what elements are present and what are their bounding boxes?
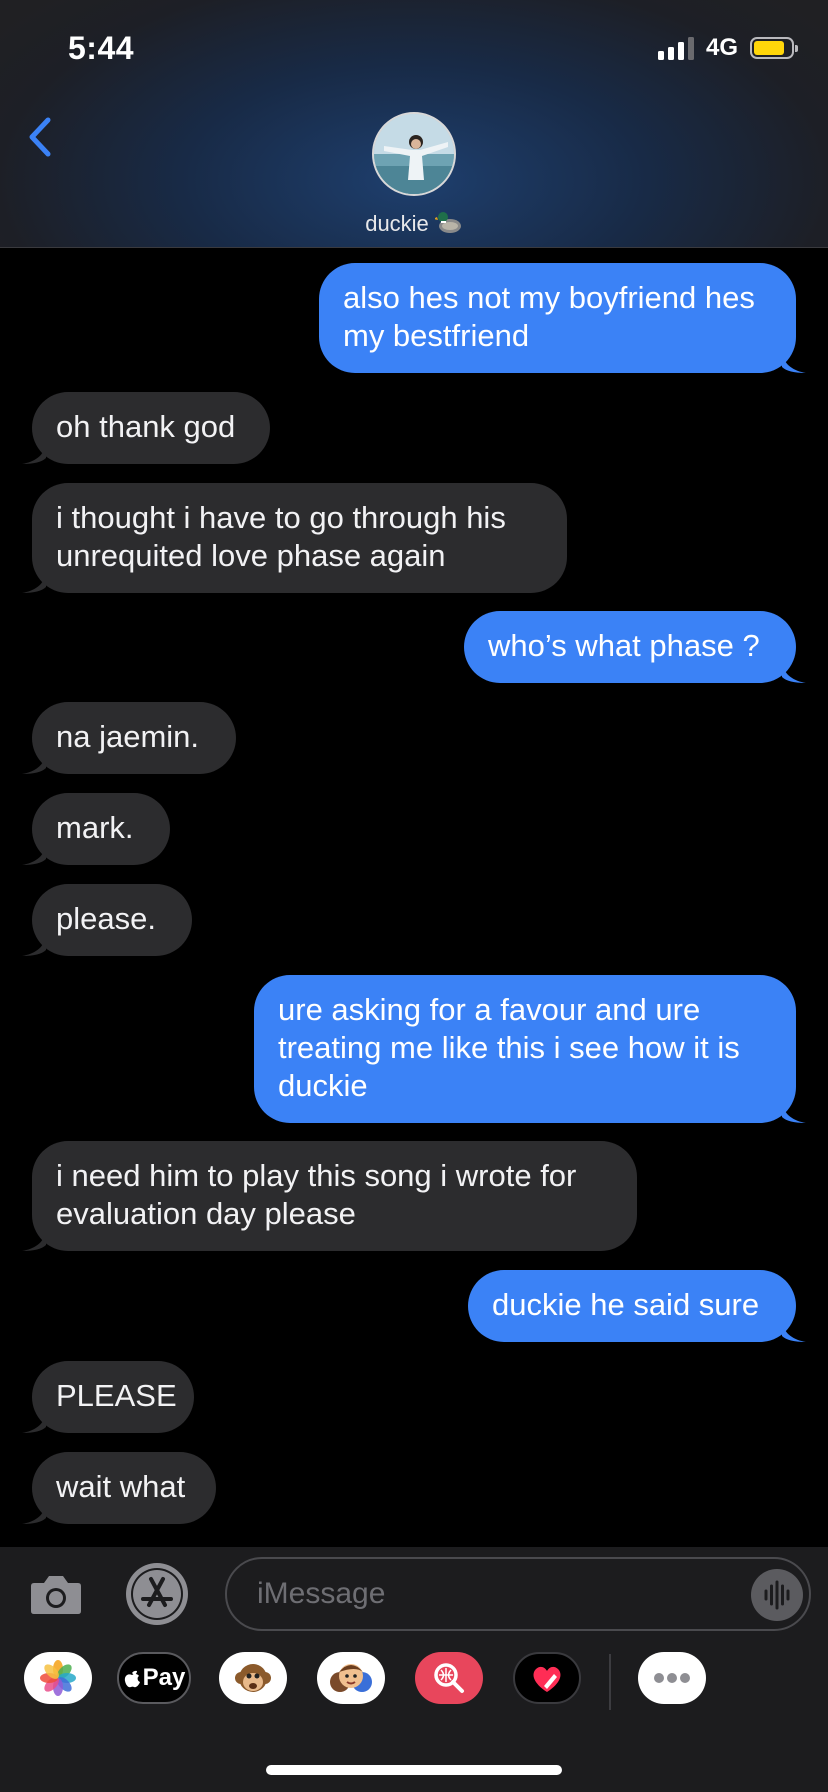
image-search-app-button[interactable]: [415, 1652, 483, 1704]
app-drawer-divider: [609, 1654, 611, 1710]
photos-icon: [40, 1660, 76, 1696]
signal-strength-icon: [657, 36, 694, 60]
imessage-input[interactable]: [225, 1557, 811, 1631]
message-text: please.: [56, 901, 156, 936]
apple-pay-button[interactable]: Pay: [117, 1652, 191, 1704]
message-text: na jaemin.: [56, 719, 200, 754]
animoji-app-button[interactable]: [219, 1652, 287, 1704]
message-text: wait what: [56, 1469, 186, 1504]
message-text: duckie he said sure: [492, 1287, 760, 1322]
image-search-icon: [434, 1663, 464, 1693]
memoji-icon: [330, 1664, 372, 1692]
message-text: i need him to play this song i wrote for…: [56, 1158, 577, 1231]
animoji-monkey-icon: [235, 1664, 271, 1692]
photos-app-button[interactable]: [24, 1652, 92, 1704]
message-bubble-sent[interactable]: duckie he said sure: [468, 1270, 806, 1342]
message-text: oh thank god: [56, 409, 236, 444]
bubble-tail: [782, 353, 806, 373]
back-button[interactable]: [22, 112, 62, 162]
contact-avatar[interactable]: [372, 112, 456, 196]
message-bubble-received[interactable]: oh thank god: [22, 392, 270, 464]
bubble-tail: [22, 573, 46, 593]
camera-icon: [31, 1576, 81, 1614]
message-thread[interactable]: also hes not my boyfriend hes my bestfri…: [0, 247, 828, 1547]
bubble-tail: [782, 1103, 806, 1123]
home-indicator[interactable]: [266, 1765, 562, 1775]
status-indicators: 4G: [657, 34, 798, 62]
contact-name[interactable]: duckie: [0, 209, 828, 241]
audio-message-button[interactable]: [751, 1569, 803, 1621]
bubble-tail: [22, 845, 46, 865]
message-bubble-sent[interactable]: who’s what phase ?: [464, 611, 806, 683]
contact-name-label: duckie: [365, 210, 429, 236]
chevron-left-icon: [29, 117, 51, 157]
message-bubble-received[interactable]: i thought i have to go through his unreq…: [22, 483, 567, 593]
message-composer: Pay: [0, 1547, 828, 1792]
bubble-tail: [22, 1413, 46, 1433]
bubble-tail: [782, 1322, 806, 1342]
bubble-tail: [22, 1231, 46, 1251]
message-text: mark.: [56, 810, 134, 845]
memoji-app-button[interactable]: [317, 1652, 385, 1704]
message-text: PLEASE: [56, 1378, 177, 1413]
apple-pay-label: Pay: [142, 1664, 186, 1691]
imessage-app-drawer: Pay: [0, 1652, 828, 1722]
bubble-tail: [22, 754, 46, 774]
digital-touch-app-button[interactable]: [513, 1652, 581, 1704]
message-bubble-sent[interactable]: ure asking for a favour and ure treating…: [254, 975, 806, 1123]
message-text: ure asking for a favour and ure treating…: [278, 992, 740, 1103]
message-text: also hes not my boyfriend hes my bestfri…: [343, 280, 755, 353]
message-bubble-received[interactable]: please.: [22, 884, 192, 956]
bubble-tail: [22, 1504, 46, 1524]
apple-logo-icon: [124, 1670, 140, 1688]
message-bubble-received[interactable]: PLEASE: [22, 1361, 194, 1433]
more-icon: [654, 1673, 690, 1683]
message-bubble-received[interactable]: na jaemin.: [22, 702, 236, 774]
message-bubble-received[interactable]: wait what: [22, 1452, 216, 1524]
bubble-tail: [22, 444, 46, 464]
status-time: 5:44: [68, 30, 135, 66]
avatar-photo: [374, 114, 454, 194]
app-store-button[interactable]: [124, 1561, 190, 1627]
bubble-tail: [782, 663, 806, 683]
message-bubble-received[interactable]: mark.: [22, 793, 170, 865]
battery-icon: [750, 37, 798, 59]
message-bubble-received[interactable]: i need him to play this song i wrote for…: [22, 1141, 637, 1251]
camera-button[interactable]: [26, 1567, 86, 1623]
waveform-icon: [764, 1580, 790, 1610]
conversation-header: 5:44 4G duckie: [0, 0, 828, 248]
network-type: 4G: [705, 34, 738, 61]
message-text: i thought i have to go through his unreq…: [56, 500, 506, 573]
digital-touch-heart-icon: [533, 1666, 561, 1692]
more-apps-button[interactable]: [638, 1652, 706, 1704]
bubble-tail: [22, 936, 46, 956]
app-store-icon: [126, 1563, 188, 1625]
duck-emoji-icon: [432, 209, 463, 241]
message-text: who’s what phase ?: [488, 628, 760, 663]
message-bubble-sent[interactable]: also hes not my boyfriend hes my bestfri…: [319, 263, 806, 373]
